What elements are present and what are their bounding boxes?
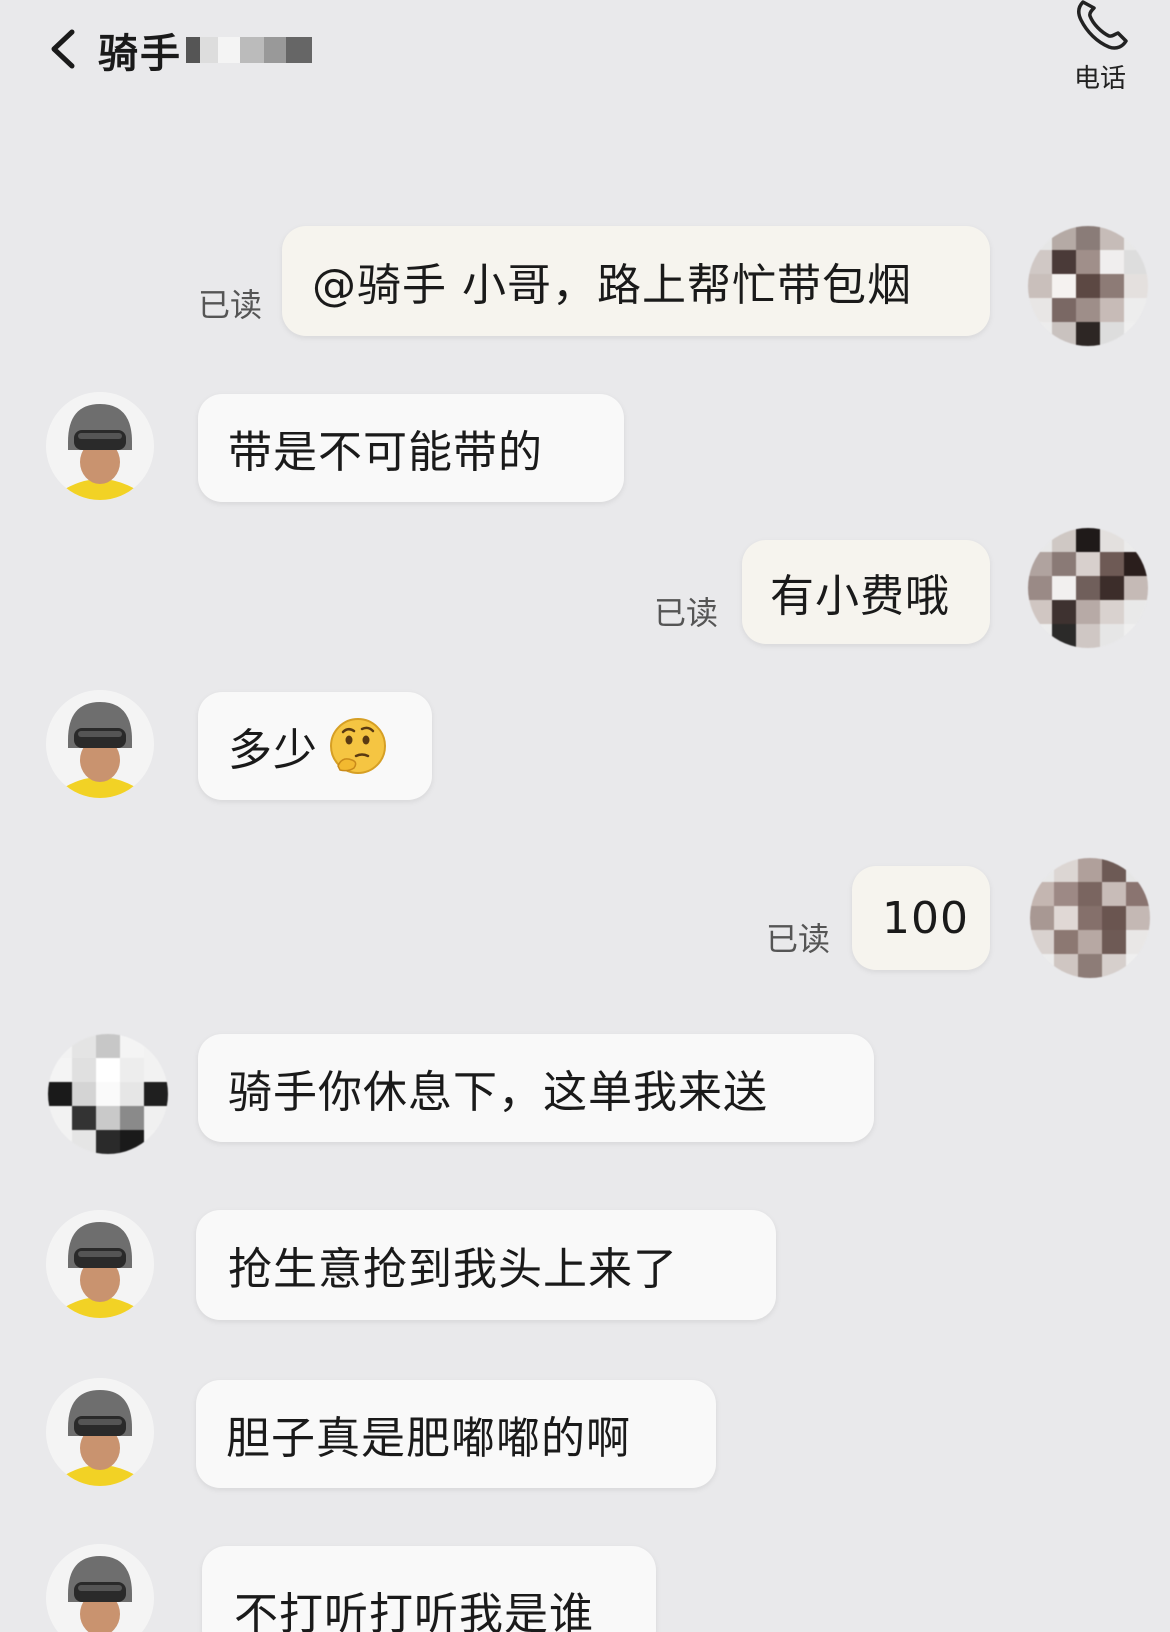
read-status: 已读 <box>654 594 719 632</box>
rider-avatar[interactable] <box>46 1378 154 1486</box>
user-avatar-pixelated[interactable] <box>1028 226 1148 346</box>
chat-title-wrap: 骑手 <box>98 22 312 78</box>
thinking-face-emoji <box>330 718 386 774</box>
blurred-name <box>186 37 312 63</box>
user-avatar-pixelated[interactable] <box>1030 858 1150 978</box>
message-text: 100 <box>882 892 969 944</box>
rider-helmet-icon <box>46 1544 154 1632</box>
chat-title: 骑手 <box>98 31 182 77</box>
message-bubble-sent[interactable]: @骑手 小哥，路上帮忙带包烟 <box>282 226 990 336</box>
message-text: 带是不可能带的 <box>228 427 543 478</box>
read-status: 已读 <box>766 920 831 958</box>
chat-screen: 骑手 电话 已读 @骑手 小哥，路上帮忙带包烟 带是不可能带的 已读 有小费哦 … <box>0 0 1170 1632</box>
chat-header: 骑手 电话 <box>0 0 1170 110</box>
message-text: 多少 <box>228 725 318 776</box>
call-label: 电话 <box>1073 64 1126 94</box>
rider-helmet-icon <box>46 1378 154 1486</box>
message-bubble-received[interactable]: 带是不可能带的 <box>198 394 624 502</box>
call-button[interactable]: 电话 <box>1058 0 1142 100</box>
phone-icon <box>1077 0 1128 50</box>
message-text: @骑手 小哥，路上帮忙带包烟 <box>312 260 912 311</box>
message-bubble-received[interactable]: 骑手你休息下，这单我来送 <box>198 1034 874 1142</box>
courier-avatar-pixelated[interactable] <box>48 1034 168 1154</box>
message-bubble-sent[interactable]: 有小费哦 <box>742 540 990 644</box>
message-bubble-sent[interactable]: 100 <box>852 866 990 970</box>
chevron-left-icon <box>51 29 75 69</box>
read-status: 已读 <box>198 286 263 324</box>
message-text: 有小费哦 <box>770 571 950 622</box>
rider-avatar[interactable] <box>46 1544 154 1632</box>
rider-helmet-icon <box>46 392 154 500</box>
back-button[interactable] <box>44 26 84 72</box>
rider-helmet-icon <box>46 690 154 798</box>
message-text: 不打听打听我是谁 <box>234 1589 594 1632</box>
rider-helmet-icon <box>46 1210 154 1318</box>
user-avatar-pixelated[interactable] <box>1028 528 1148 648</box>
message-bubble-received[interactable]: 胆子真是肥嘟嘟的啊 <box>196 1380 716 1488</box>
message-bubble-received[interactable]: 多少 <box>198 692 432 800</box>
rider-avatar[interactable] <box>46 392 154 500</box>
rider-avatar[interactable] <box>46 1210 154 1318</box>
message-text: 抢生意抢到我头上来了 <box>228 1244 678 1295</box>
message-text: 骑手你休息下，这单我来送 <box>228 1067 768 1118</box>
message-text: 胆子真是肥嘟嘟的啊 <box>226 1413 631 1464</box>
message-bubble-received[interactable]: 抢生意抢到我头上来了 <box>196 1210 776 1320</box>
rider-avatar[interactable] <box>46 690 154 798</box>
message-bubble-received[interactable]: 不打听打听我是谁 <box>202 1546 656 1632</box>
